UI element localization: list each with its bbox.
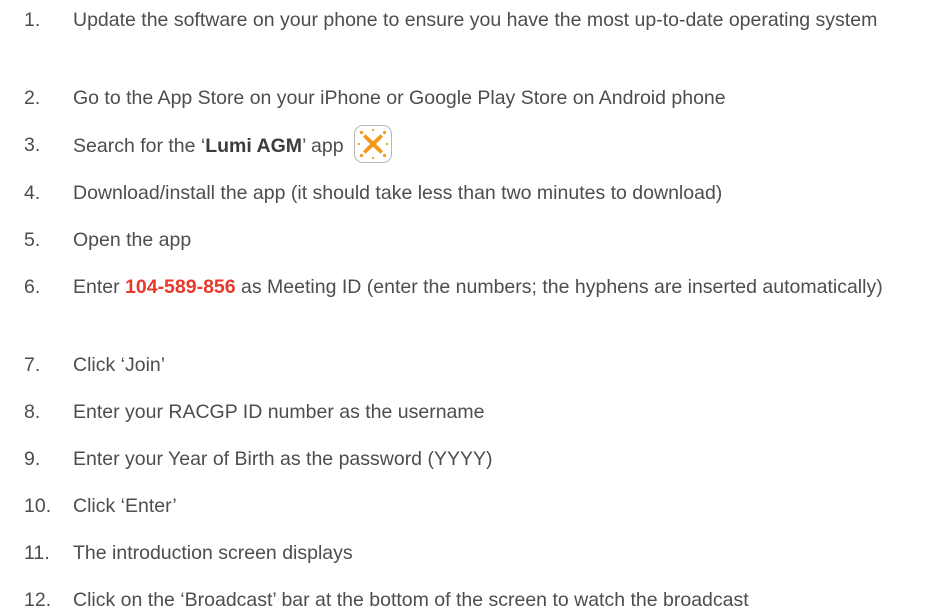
meeting-id: 104-589-856 (125, 276, 236, 298)
step-text: Click ‘Enter’ (73, 495, 177, 517)
step-number: 4. (24, 182, 41, 204)
step-text-post: ’ app (302, 135, 344, 158)
step-text: Enter your Year of Birth as the password… (73, 448, 493, 470)
step-number: 5. (24, 229, 41, 251)
step-number: 12. (24, 589, 52, 611)
step-number: 7. (24, 354, 41, 376)
step-number: 1. (24, 9, 41, 31)
step-number: 8. (24, 401, 41, 423)
step-number: 3. (24, 134, 41, 156)
step-text: Update the software on your phone to ens… (73, 9, 878, 31)
step-number: 11. (24, 542, 50, 564)
step-text: The introduction screen displays (73, 542, 353, 564)
step-text: Open the app (73, 229, 192, 251)
step-text: Enter 104-589-856 as Meeting ID (enter t… (73, 273, 928, 301)
app-name: Lumi AGM (205, 135, 303, 158)
step-number: 6. (24, 276, 41, 298)
step-text-pre: Enter (73, 276, 126, 298)
step-number: 10. (24, 495, 52, 517)
step-text: Enter your RACGP ID number as the userna… (73, 401, 485, 423)
step-text: Click ‘Join’ (73, 354, 166, 376)
lumi-app-icon (353, 125, 392, 163)
step-text-pre: Search for the ‘ (73, 135, 206, 158)
step-text-post: as Meeting ID (enter the numbers; the hy… (235, 276, 883, 298)
step-text: Search for the ‘Lumi AGM’ app (73, 125, 928, 163)
step-text: Download/install the app (it should take… (73, 182, 723, 204)
step-number: 9. (24, 448, 41, 470)
step-number: 2. (24, 87, 41, 109)
step-text: Click on the ‘Broadcast’ bar at the bott… (73, 589, 749, 611)
step-text: Go to the App Store on your iPhone or Go… (73, 87, 726, 109)
